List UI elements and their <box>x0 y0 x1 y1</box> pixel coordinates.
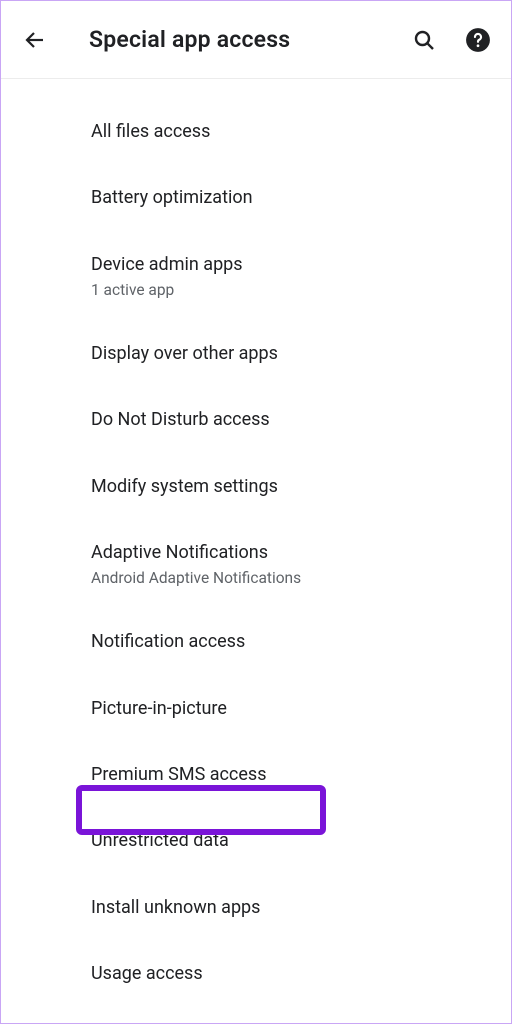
settings-list: All files access Battery optimization De… <box>1 79 511 1007</box>
item-do-not-disturb-access[interactable]: Do Not Disturb access <box>91 387 491 453</box>
help-icon <box>465 27 491 53</box>
item-sublabel: 1 active app <box>91 280 491 300</box>
item-notification-access[interactable]: Notification access <box>91 609 491 675</box>
item-premium-sms-access[interactable]: Premium SMS access <box>91 742 491 808</box>
item-sublabel: Android Adaptive Notifications <box>91 568 491 588</box>
back-arrow-icon <box>23 28 47 52</box>
item-label: Install unknown apps <box>91 896 491 920</box>
page-title: Special app access <box>89 26 411 53</box>
app-header: Special app access <box>1 1 511 79</box>
item-install-unknown-apps[interactable]: Install unknown apps <box>91 875 491 941</box>
item-label: Usage access <box>91 962 491 986</box>
item-adaptive-notifications[interactable]: Adaptive Notifications Android Adaptive … <box>91 520 491 609</box>
item-label: Display over other apps <box>91 342 491 366</box>
item-display-over-other-apps[interactable]: Display over other apps <box>91 321 491 387</box>
item-unrestricted-data[interactable]: Unrestricted data <box>91 808 491 874</box>
item-modify-system-settings[interactable]: Modify system settings <box>91 454 491 520</box>
item-device-admin-apps[interactable]: Device admin apps 1 active app <box>91 232 491 321</box>
item-all-files-access[interactable]: All files access <box>91 99 491 165</box>
search-icon <box>412 28 436 52</box>
help-button[interactable] <box>465 27 491 53</box>
item-label: Premium SMS access <box>91 763 491 787</box>
item-label: Picture-in-picture <box>91 697 491 721</box>
item-label: Modify system settings <box>91 475 491 499</box>
back-button[interactable] <box>21 26 49 54</box>
item-label: Notification access <box>91 630 491 654</box>
item-label: Unrestricted data <box>91 829 491 853</box>
item-battery-optimization[interactable]: Battery optimization <box>91 165 491 231</box>
item-picture-in-picture[interactable]: Picture-in-picture <box>91 676 491 742</box>
item-usage-access[interactable]: Usage access <box>91 941 491 1007</box>
item-label: Do Not Disturb access <box>91 408 491 432</box>
item-label: Device admin apps <box>91 253 491 277</box>
item-label: All files access <box>91 120 491 144</box>
search-button[interactable] <box>411 27 437 53</box>
item-label: Adaptive Notifications <box>91 541 491 565</box>
header-actions <box>411 27 491 53</box>
item-label: Battery optimization <box>91 186 491 210</box>
